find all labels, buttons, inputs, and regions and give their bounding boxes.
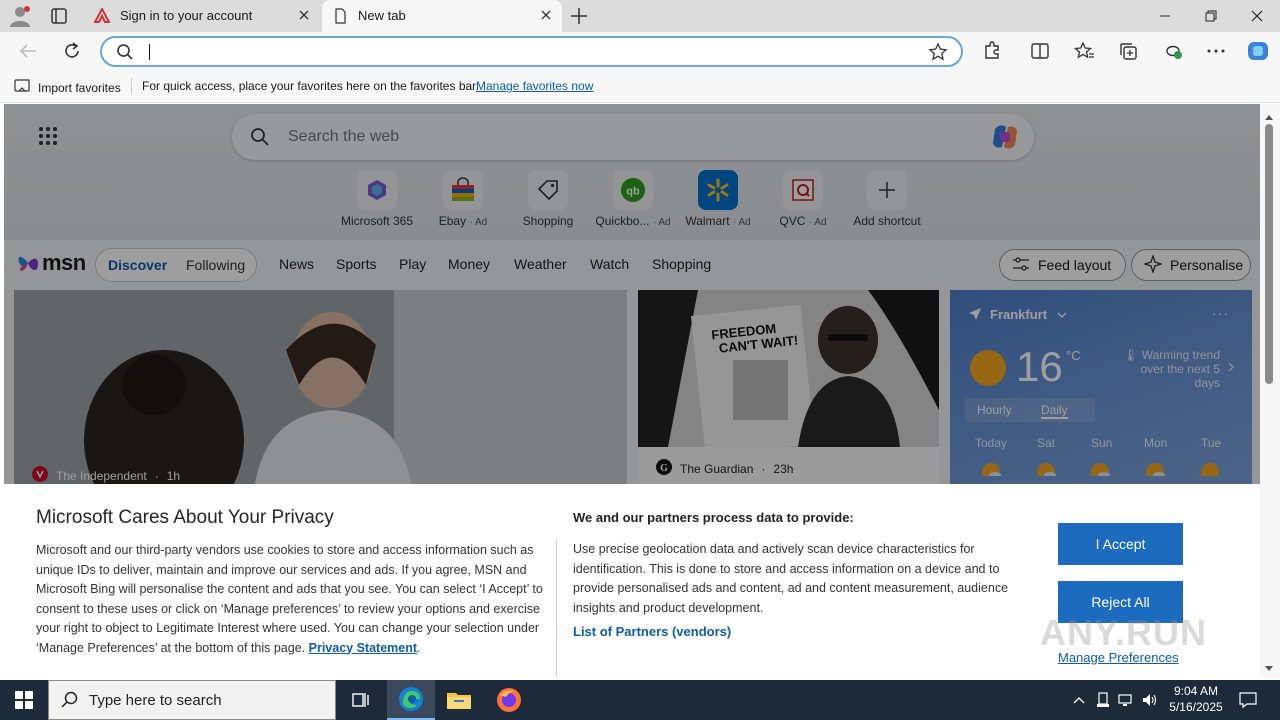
watermark: ANY.RUN (1040, 612, 1208, 653)
taskbar-search-placeholder: Type here to search (89, 692, 222, 709)
windows-taskbar: Type here to search 9:04 AM 5/16/2025 (0, 680, 1280, 720)
tab-strip: Sign in to your account New tab (0, 0, 1280, 32)
privacy-heading-2: We and our partners process data to prov… (573, 510, 854, 525)
favorite-star-icon[interactable] (928, 42, 948, 67)
scroll-down-arrow-icon[interactable] (1264, 660, 1274, 678)
privacy-body-2: Use precise geolocation data and activel… (573, 542, 1009, 615)
privacy-statement-link[interactable]: Privacy Statement (309, 641, 417, 655)
tab-actions-icon[interactable] (48, 6, 70, 26)
favorites-icon[interactable] (1072, 40, 1096, 62)
extensions-icon[interactable] (980, 40, 1004, 62)
modal-overlay (4, 104, 1260, 484)
file-explorer-icon[interactable] (435, 680, 483, 720)
manage-preferences-link[interactable]: Manage Preferences (1058, 650, 1179, 665)
notifications-icon[interactable] (1234, 680, 1262, 720)
edge-taskbar-icon[interactable] (387, 680, 435, 720)
close-window-icon[interactable] (1234, 0, 1280, 32)
divider (131, 78, 132, 94)
firefox-icon[interactable] (485, 680, 533, 720)
windows-start-icon[interactable] (0, 680, 48, 720)
accept-button[interactable]: I Accept (1058, 523, 1183, 565)
clock-time: 9:04 AM (1173, 684, 1219, 698)
taskbar-search-box[interactable]: Type here to search (48, 680, 336, 720)
import-favorites-label: Import favorites (38, 80, 121, 95)
more-options-icon[interactable] (1204, 40, 1228, 62)
system-clock[interactable]: 9:04 AM 5/16/2025 (1160, 683, 1232, 715)
page-icon (332, 8, 348, 24)
clock-date: 5/16/2025 (1169, 700, 1223, 714)
new-tab-plus-icon[interactable] (568, 5, 590, 27)
search-icon (61, 691, 79, 714)
device-tray-icon[interactable] (1093, 680, 1113, 720)
list-of-partners-link[interactable]: List of Partners (vendors) (573, 624, 731, 639)
favorites-bar: Import favorites For quick access, place… (0, 70, 1280, 103)
close-tab-icon[interactable] (296, 7, 312, 23)
copilot-icon[interactable] (1246, 40, 1270, 62)
divider (556, 540, 557, 676)
split-screen-icon[interactable] (1028, 40, 1052, 62)
adobe-icon (93, 6, 111, 24)
favorites-message: For quick access, place your favorites h… (142, 79, 479, 93)
refresh-icon[interactable] (60, 40, 84, 62)
manage-favorites-link[interactable]: Manage favorites now (476, 79, 593, 93)
tab-title: New tab (358, 8, 406, 23)
import-favorites-button[interactable]: Import favorites (14, 78, 121, 97)
import-icon (14, 78, 30, 97)
privacy-title: Microsoft Cares About Your Privacy (36, 507, 334, 528)
profile-icon[interactable] (8, 5, 32, 27)
network-icon[interactable] (1116, 680, 1136, 720)
search-icon (116, 43, 134, 66)
address-input[interactable] (150, 42, 900, 62)
scrollbar-thumb[interactable] (1265, 124, 1273, 384)
browser-essentials-icon[interactable] (1161, 40, 1185, 62)
tray-overflow-chevron-icon[interactable] (1068, 680, 1090, 720)
browser-toolbar (0, 32, 1280, 70)
privacy-consent-banner: Microsoft Cares About Your Privacy Micro… (4, 484, 1260, 678)
privacy-body: Microsoft and our third-party vendors us… (36, 543, 543, 655)
address-bar[interactable] (100, 36, 963, 67)
minimize-icon[interactable] (1142, 0, 1188, 32)
back-arrow-icon[interactable] (16, 40, 40, 62)
volume-icon[interactable] (1140, 680, 1160, 720)
page-scrollbar[interactable] (1260, 104, 1280, 678)
tab-new-tab[interactable]: New tab (322, 0, 562, 32)
restore-icon[interactable] (1188, 0, 1234, 32)
task-view-icon[interactable] (336, 680, 384, 720)
collections-icon[interactable] (1117, 40, 1141, 62)
tab-sign-in[interactable]: Sign in to your account (84, 0, 320, 32)
tab-title: Sign in to your account (120, 8, 253, 23)
close-tab-icon[interactable] (538, 7, 554, 23)
